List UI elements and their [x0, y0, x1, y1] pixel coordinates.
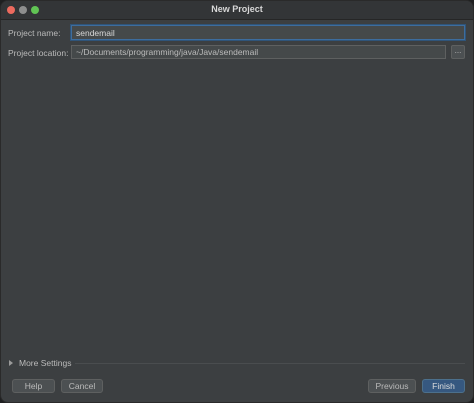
project-location-label: Project location:	[8, 48, 69, 58]
window-title: New Project	[211, 4, 263, 14]
browse-location-button[interactable]: ...	[451, 45, 465, 59]
help-button[interactable]: Help	[12, 379, 55, 393]
project-name-input[interactable]	[71, 25, 465, 40]
more-settings-label: More Settings	[19, 358, 72, 368]
finish-button[interactable]: Finish	[422, 379, 465, 393]
new-project-dialog: New Project Project name: Project locati…	[0, 0, 474, 403]
previous-button[interactable]: Previous	[368, 379, 416, 393]
more-settings-toggle[interactable]: More Settings	[9, 357, 71, 369]
cancel-button[interactable]: Cancel	[61, 379, 103, 393]
expand-arrow-icon	[9, 360, 13, 366]
title-bar[interactable]: New Project	[1, 1, 473, 20]
more-settings-divider	[75, 363, 465, 364]
project-location-input[interactable]	[71, 45, 446, 59]
project-name-label: Project name:	[8, 28, 61, 38]
